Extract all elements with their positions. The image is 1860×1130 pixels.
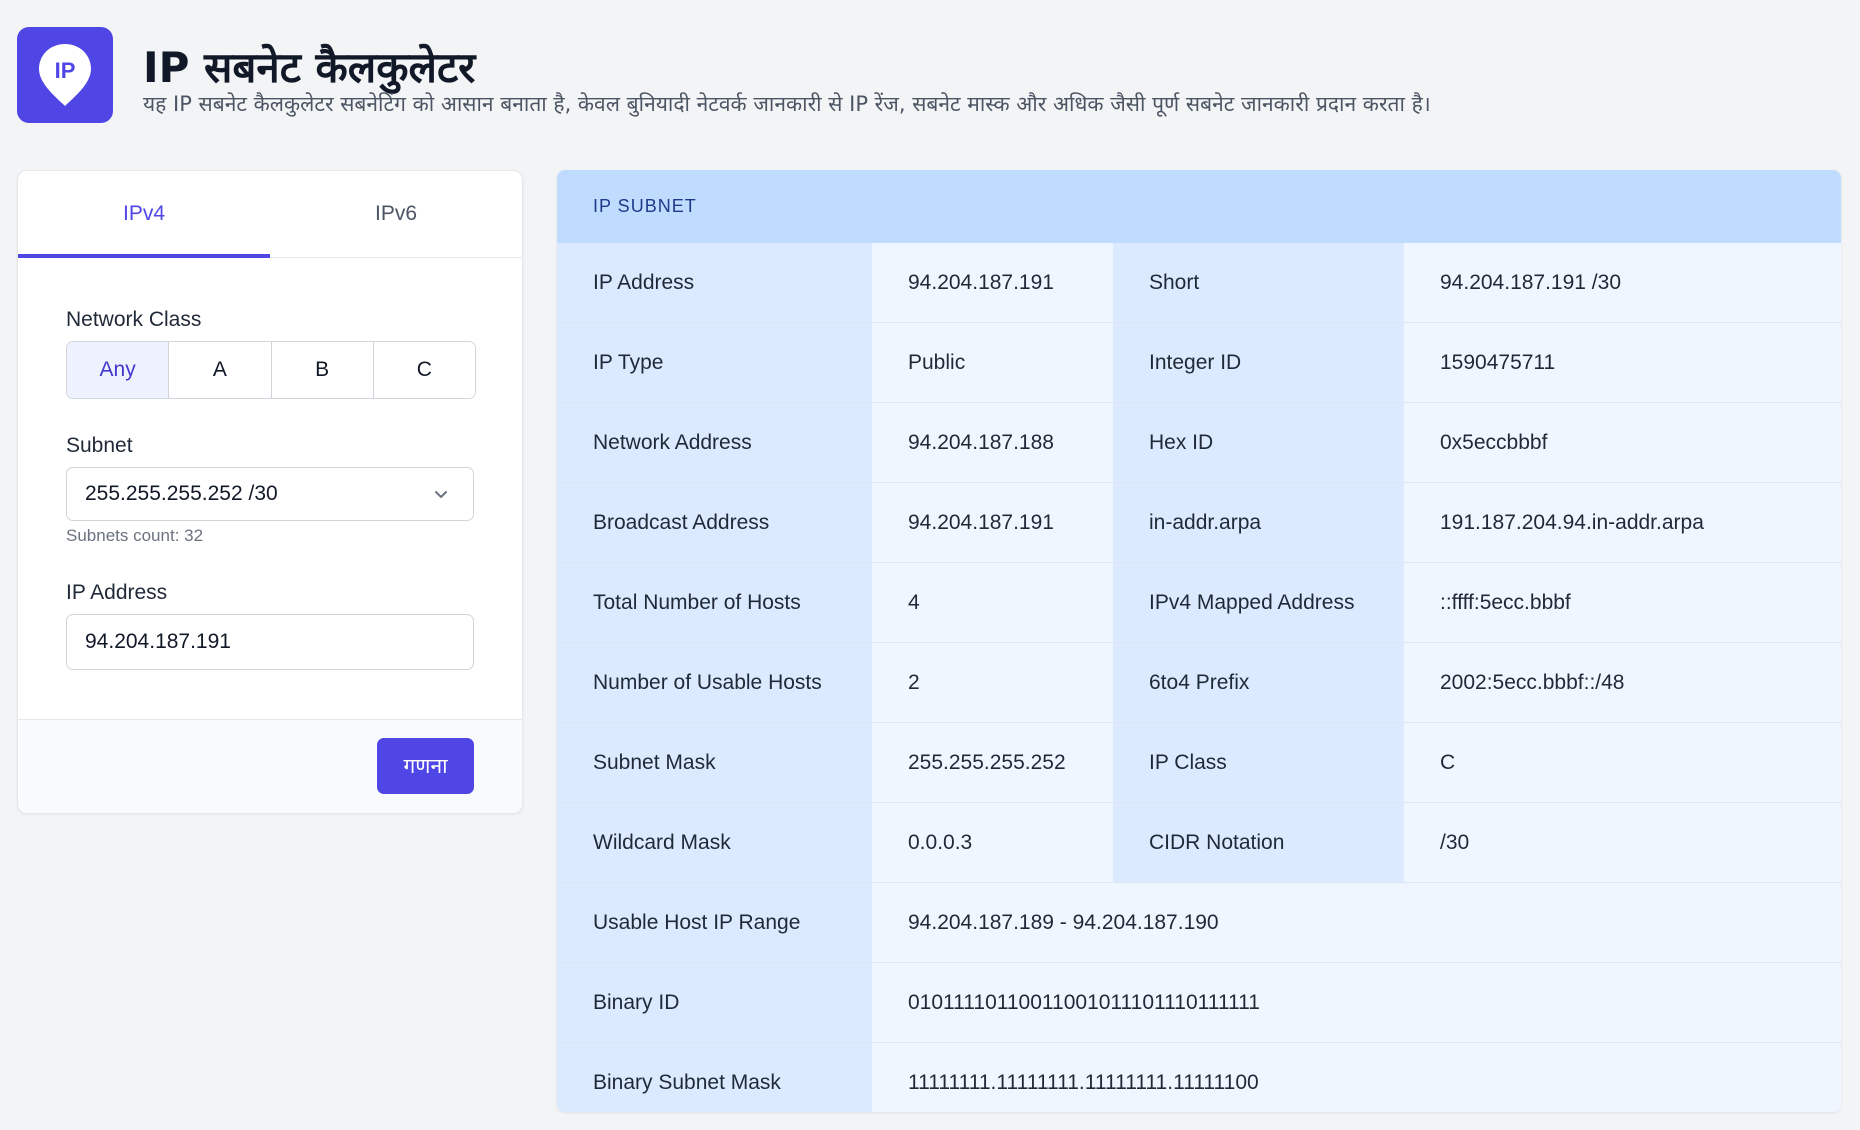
location-pin-icon: IP <box>39 44 91 106</box>
result-value: 4 <box>872 563 1113 642</box>
form-footer: गणना <box>18 719 522 813</box>
page-title: IP सबनेट कैलकुलेटर <box>143 43 476 92</box>
tab-ipv4[interactable]: IPv4 <box>18 171 270 258</box>
result-key: Number of Usable Hosts <box>557 643 872 722</box>
ip-address-label: IP Address <box>66 581 168 604</box>
result-row: Total Number of Hosts 4 IPv4 Mapped Addres… <box>557 562 1841 642</box>
network-class-any-button[interactable]: Any <box>67 342 170 398</box>
network-class-a-button[interactable]: A <box>169 342 272 398</box>
calculate-button[interactable]: गणना <box>377 738 474 794</box>
result-row: Number of Usable Hosts 2 6to4 Prefix 2002:5… <box>557 642 1841 722</box>
result-heading: IP SUBNET <box>557 170 1841 243</box>
network-class-c-button[interactable]: C <box>373 342 475 398</box>
result-row: IP Address 94.204.187.191 Short 94.204.187.… <box>557 243 1841 322</box>
result-value: 94.204.187.188 <box>872 403 1113 482</box>
result-key: Subnet Mask <box>557 723 872 802</box>
result-key: IP Class <box>1113 723 1404 802</box>
result-value: 94.204.187.191 /30 <box>1404 243 1841 322</box>
result-key: Usable Host IP Range <box>557 883 872 962</box>
logo-text: IP <box>55 58 76 83</box>
result-value: 11111111.11111111.11111111.11111100 <box>872 1043 1841 1112</box>
result-key: IP Type <box>557 323 872 402</box>
result-panel: IP SUBNET IP Address 94.204.187.191 Short 9… <box>557 170 1841 1112</box>
result-value: 94.204.187.189 - 94.204.187.190 <box>872 883 1841 962</box>
chevron-down-icon <box>435 491 447 498</box>
result-value: Public <box>872 323 1113 402</box>
subnet-label: Subnet <box>66 434 133 457</box>
result-row: Network Address 94.204.187.188 Hex ID 0x5ec… <box>557 402 1841 482</box>
result-key: Network Address <box>557 403 872 482</box>
result-key: CIDR Notation <box>1113 803 1404 882</box>
result-key: Wildcard Mask <box>557 803 872 882</box>
result-value: 1590475711 <box>1404 323 1841 402</box>
calculator-form: IPv4 IPv6 Network Class Any A B C Subnet… <box>17 170 523 814</box>
app-logo: IP <box>17 27 113 123</box>
result-value: 0.0.0.3 <box>872 803 1113 882</box>
result-value: 0x5eccbbbf <box>1404 403 1841 482</box>
result-row: Binary Subnet Mask 11111111.11111111.1111… <box>557 1042 1841 1112</box>
result-row: Binary ID 0101111011001100101110111011111… <box>557 962 1841 1042</box>
network-class-label: Network Class <box>66 308 202 331</box>
result-key: Short <box>1113 243 1404 322</box>
result-key: Broadcast Address <box>557 483 872 562</box>
subnet-select-value: 255.255.255.252 /30 <box>85 482 278 505</box>
result-key: Total Number of Hosts <box>557 563 872 642</box>
result-value: C <box>1404 723 1841 802</box>
network-class-b-button[interactable]: B <box>271 342 374 398</box>
result-key: Binary ID <box>557 963 872 1042</box>
result-row: Usable Host IP Range 94.204.187.189 - 94.… <box>557 882 1841 962</box>
result-value: 191.187.204.94.in-addr.arpa <box>1404 483 1841 562</box>
subnets-count: Subnets count: 32 <box>66 526 204 545</box>
result-value: /30 <box>1404 803 1841 882</box>
network-class-selector: Any A B C <box>66 341 476 399</box>
result-key: IP Address <box>557 243 872 322</box>
result-key: 6to4 Prefix <box>1113 643 1404 722</box>
result-key: Binary Subnet Mask <box>557 1043 872 1112</box>
result-value: 255.255.255.252 <box>872 723 1113 802</box>
result-value: 2 <box>872 643 1113 722</box>
result-key: Hex ID <box>1113 403 1404 482</box>
result-key: in-addr.arpa <box>1113 483 1404 562</box>
page-subtitle: यह IP सबनेट कैलकुलेटर सबनेटिंग को आसान ब… <box>143 92 1431 116</box>
tab-ipv6[interactable]: IPv6 <box>270 171 522 257</box>
ip-version-tabs: IPv4 IPv6 <box>18 171 522 258</box>
result-row: Wildcard Mask 0.0.0.3 CIDR Notation/30 <box>557 802 1841 882</box>
result-key: IPv4 Mapped Address <box>1113 563 1404 642</box>
result-value: 01011110110011001011101110111111 <box>872 963 1841 1042</box>
result-value: 94.204.187.191 <box>872 483 1113 562</box>
result-key: Integer ID <box>1113 323 1404 402</box>
result-row: Subnet Mask 255.255.255.252 IP Class C <box>557 722 1841 802</box>
result-value: ::ffff:5ecc.bbbf <box>1404 563 1841 642</box>
result-value: 94.204.187.191 <box>872 243 1113 322</box>
result-row: IP Type Public Integer ID 1590475711 <box>557 322 1841 402</box>
ip-address-input[interactable]: 94.204.187.191 <box>66 614 474 670</box>
result-row: Broadcast Address 94.204.187.191 in-addr.a… <box>557 482 1841 562</box>
subnet-select[interactable]: 255.255.255.252 /30 <box>66 467 474 521</box>
result-value: 2002:5ecc.bbbf::/48 <box>1404 643 1841 722</box>
